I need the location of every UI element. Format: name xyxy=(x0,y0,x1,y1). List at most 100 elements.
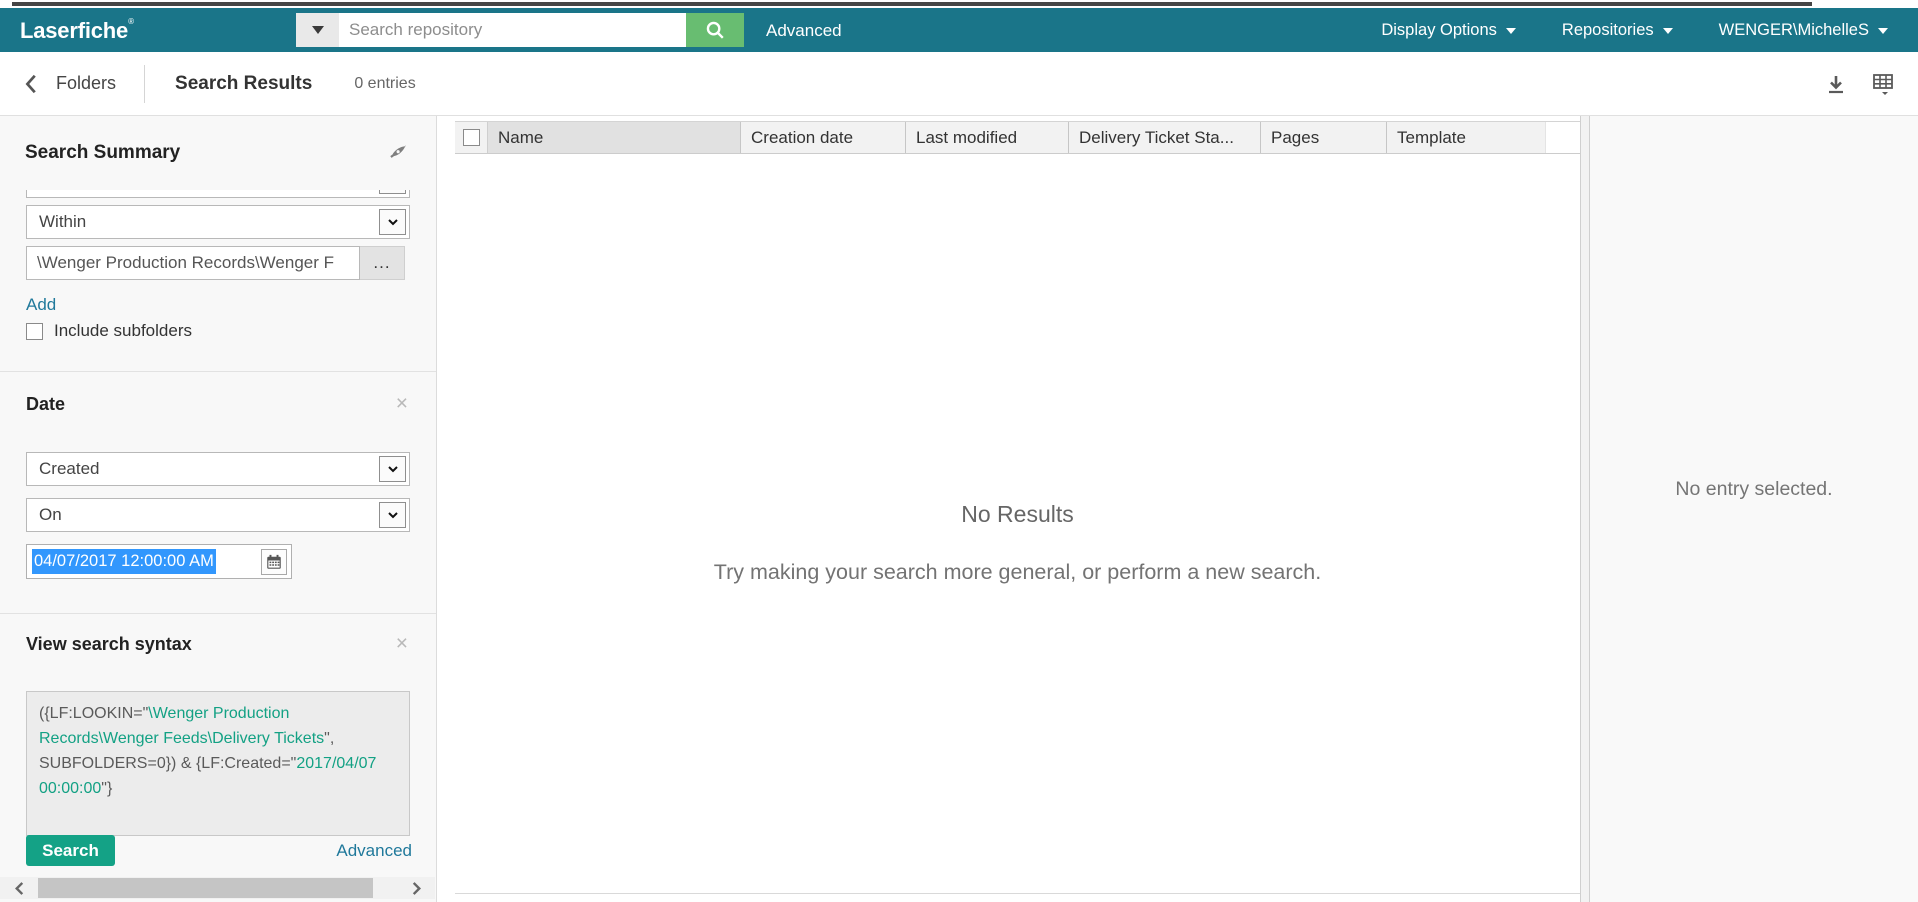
back-to-folders-button[interactable]: Folders xyxy=(22,73,116,95)
close-icon[interactable]: × xyxy=(396,633,408,654)
chevron-left-icon xyxy=(14,881,23,895)
chevron-down-icon xyxy=(311,26,324,34)
include-subfolders-row: Include subfolders xyxy=(26,321,410,341)
select-chevron-box xyxy=(379,209,406,235)
trademark-mark: ® xyxy=(128,17,134,26)
date-value-row: 04/07/2017 12:00:00 AM xyxy=(26,544,410,579)
no-results-message: Try making your search more general, or … xyxy=(713,560,1322,584)
select-value: On xyxy=(39,505,62,524)
search-scope-dropdown[interactable] xyxy=(296,13,339,47)
breadcrumb-toolbar: Folders Search Results 0 entries xyxy=(0,52,1918,116)
chevron-down-icon xyxy=(387,219,398,226)
search-type-select-clipped[interactable] xyxy=(26,190,410,198)
chevron-down-icon xyxy=(1505,28,1516,34)
back-label: Folders xyxy=(56,73,117,93)
date-operator-select[interactable]: On xyxy=(26,498,410,532)
include-subfolders-checkbox[interactable] xyxy=(26,322,43,340)
syntax-section-header: View search syntax × xyxy=(26,633,410,655)
select-all-cell xyxy=(455,122,487,153)
no-results-title: No Results xyxy=(961,501,1074,527)
select-chevron-box xyxy=(379,502,406,528)
column-header-template[interactable]: Template xyxy=(1386,122,1545,153)
sidebar-horizontal-scrollbar xyxy=(0,877,435,899)
entry-details-panel: No entry selected. xyxy=(1590,116,1918,902)
scrollbar-thumb[interactable] xyxy=(38,878,373,898)
empty-results-state: No Results Try making your search more g… xyxy=(455,501,1580,585)
menu-repositories[interactable]: Repositories xyxy=(1562,21,1673,40)
panel-gap xyxy=(437,116,455,902)
syntax-section-title: View search syntax xyxy=(26,633,192,654)
scroll-right-arrow[interactable] xyxy=(397,881,435,896)
column-header-delivery-ticket-status[interactable]: Delivery Ticket Sta... xyxy=(1068,122,1260,153)
lookin-path-input[interactable]: \Wenger Production Records\Wenger F xyxy=(26,246,360,280)
scroll-left-arrow[interactable] xyxy=(0,881,38,896)
include-subfolders-label: Include subfolders xyxy=(54,321,192,340)
appbar-menus: Display Options Repositories WENGER\Mich… xyxy=(1381,8,1888,52)
column-header-name[interactable]: Name xyxy=(487,122,740,153)
calendar-icon xyxy=(267,554,281,569)
download-button[interactable] xyxy=(1824,72,1848,96)
select-chevron-box xyxy=(379,190,406,194)
column-header-pages[interactable]: Pages xyxy=(1260,122,1386,153)
menu-label: WENGER\MichelleS xyxy=(1718,20,1869,39)
browse-folders-button[interactable]: ... xyxy=(360,246,405,280)
laserfiche-logo[interactable]: Laserfiche® xyxy=(20,17,134,44)
chevron-left-icon xyxy=(25,74,36,93)
sidebar-actions-row: Search Advanced xyxy=(26,835,412,866)
add-location-link[interactable]: Add xyxy=(26,295,56,315)
select-value: Within xyxy=(39,212,87,231)
results-area: Name Creation date Last modified Deliver… xyxy=(455,116,1580,902)
column-header-spacer xyxy=(1545,122,1580,153)
search-summary-header: Search Summary xyxy=(0,116,436,190)
chevron-down-icon xyxy=(387,512,398,519)
date-value-selected-text[interactable]: 04/07/2017 12:00:00 AM xyxy=(32,549,216,574)
column-settings-button[interactable] xyxy=(1870,71,1896,97)
close-icon[interactable]: × xyxy=(396,393,408,414)
syntax-text: "} xyxy=(101,780,113,797)
search-input[interactable] xyxy=(339,13,686,47)
section-divider xyxy=(0,371,436,372)
advanced-link[interactable]: Advanced xyxy=(336,841,412,861)
toolbar-divider xyxy=(144,64,146,103)
chevron-down-icon xyxy=(387,466,398,473)
content-area: Search Summary Within \Wenger Production… xyxy=(0,116,1918,902)
menu-display-options[interactable]: Display Options xyxy=(1381,21,1516,40)
search-icon xyxy=(706,21,724,39)
calendar-picker-button[interactable] xyxy=(261,548,287,575)
date-section-title: Date xyxy=(26,393,66,414)
column-header-last-modified[interactable]: Last modified xyxy=(905,122,1068,153)
menu-label: Display Options xyxy=(1381,20,1497,39)
panel-title: Search Summary xyxy=(25,142,181,163)
entries-count: 0 entries xyxy=(354,74,416,92)
date-section-header: Date × xyxy=(26,393,410,415)
chevron-right-icon xyxy=(412,881,421,895)
run-search-button[interactable]: Search xyxy=(26,835,115,866)
download-icon xyxy=(1829,76,1843,94)
logo-text: Laserfiche xyxy=(20,18,129,43)
scrollbar-track[interactable] xyxy=(38,878,397,898)
menu-user-account[interactable]: WENGER\MichelleS xyxy=(1719,21,1888,40)
lookin-path-row: \Wenger Production Records\Wenger F ... xyxy=(26,246,410,280)
select-all-checkbox[interactable] xyxy=(462,129,480,146)
column-header-creation-date[interactable]: Creation date xyxy=(740,122,905,153)
chevron-down-icon xyxy=(1662,28,1673,34)
search-syntax-box: ({LF:LOOKIN="\Wenger Production Records\… xyxy=(26,691,410,836)
app-header-bar: Laserfiche® Advanced Display Options Rep… xyxy=(0,8,1918,52)
results-table-header: Name Creation date Last modified Deliver… xyxy=(455,121,1580,154)
search-criteria-scroll-area: Within \Wenger Production Records\Wenger… xyxy=(0,190,436,902)
select-chevron-box xyxy=(379,456,406,482)
date-value-input[interactable]: 04/07/2017 12:00:00 AM xyxy=(26,544,292,579)
table-columns-icon xyxy=(1873,74,1893,95)
window-top-strip xyxy=(0,0,1918,8)
date-field-select[interactable]: Created xyxy=(26,452,410,486)
no-entry-selected-message: No entry selected. xyxy=(1675,478,1833,500)
results-bottom-border xyxy=(455,893,1580,894)
within-select[interactable]: Within xyxy=(26,205,410,239)
customize-search-quill-icon[interactable] xyxy=(386,142,408,164)
advanced-search-link[interactable]: Advanced xyxy=(766,21,842,41)
panel-splitter[interactable] xyxy=(1580,116,1590,902)
search-submit-button[interactable] xyxy=(686,13,744,47)
select-value: Created xyxy=(39,459,100,478)
syntax-text: ({LF:LOOKIN=" xyxy=(39,705,149,722)
menu-label: Repositories xyxy=(1561,20,1654,39)
